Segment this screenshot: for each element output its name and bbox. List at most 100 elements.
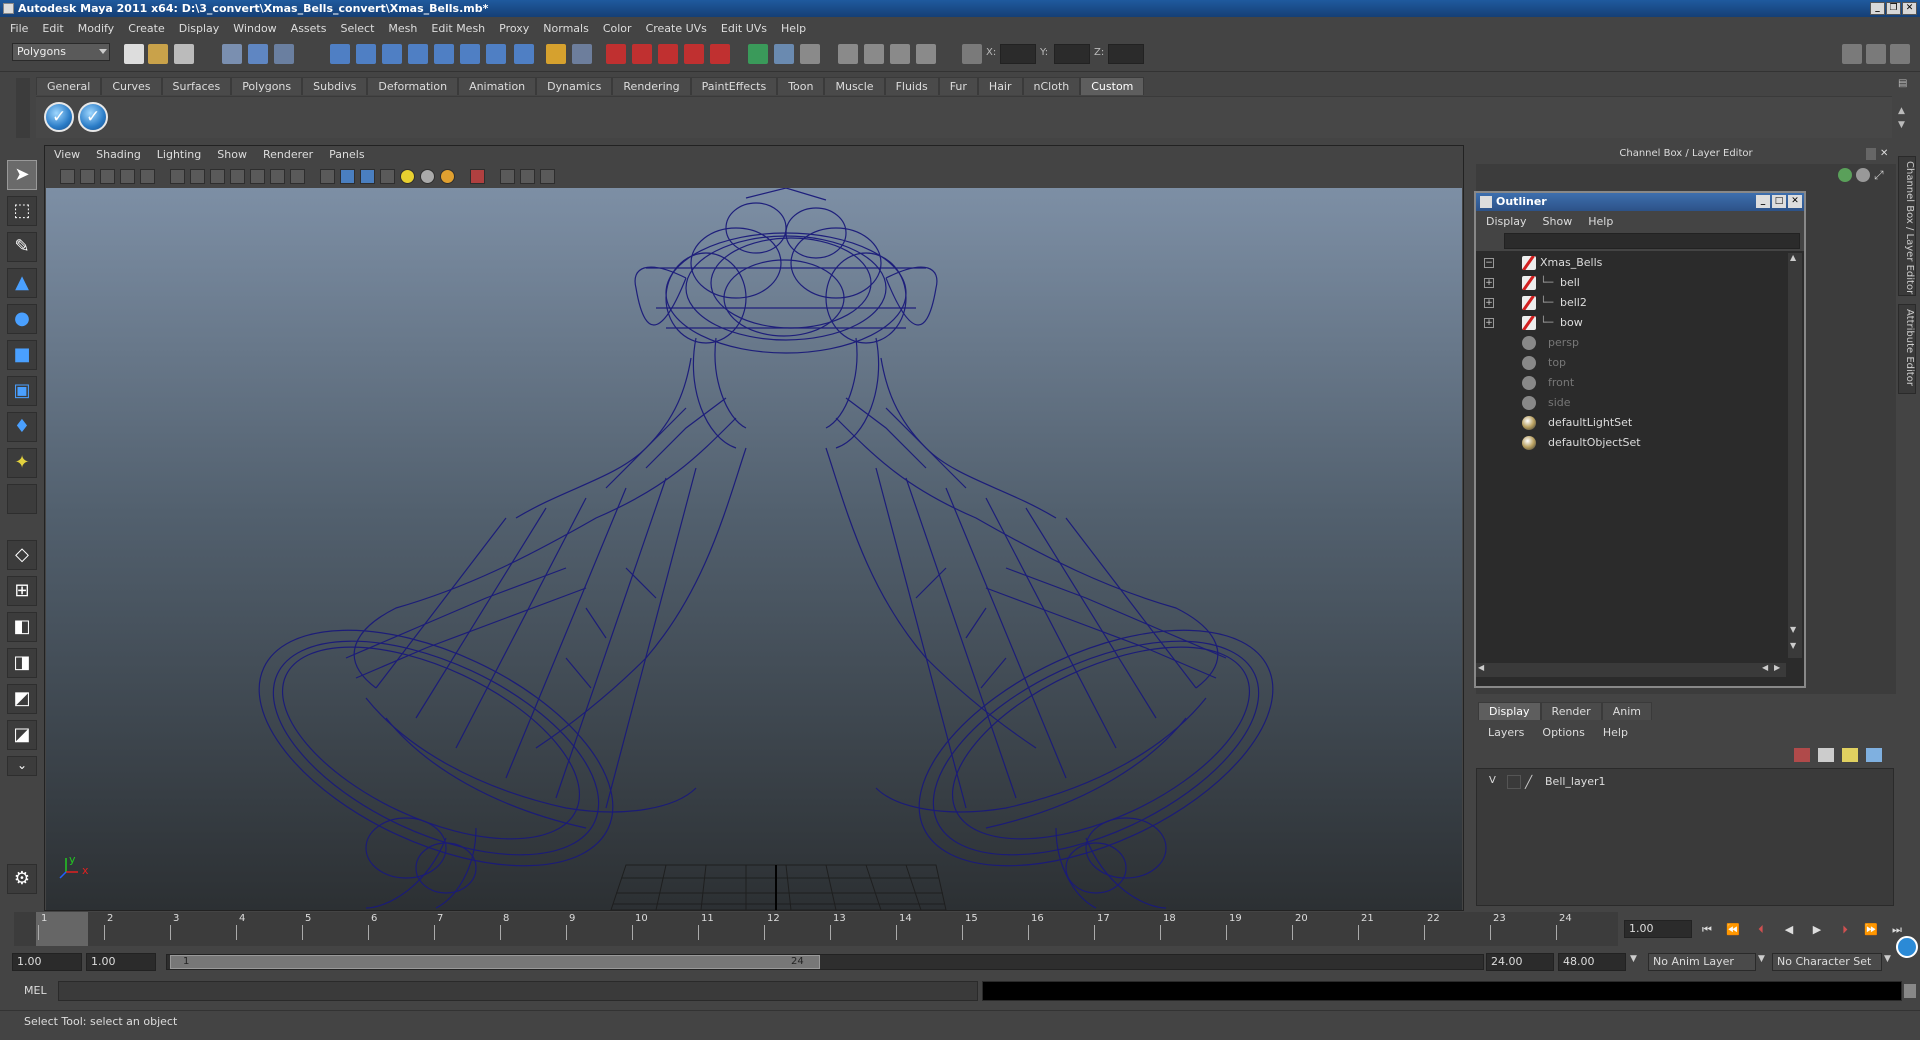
bookmark-icon[interactable] <box>100 169 115 184</box>
custom-shelf-check-icon-2[interactable]: ✓ <box>78 102 108 132</box>
render-settings-icon[interactable] <box>684 44 704 64</box>
animation-end-field[interactable]: 48.00 <box>1558 953 1626 971</box>
snap-curve-icon[interactable] <box>356 44 376 64</box>
x-field[interactable] <box>1000 44 1036 64</box>
current-frame-field[interactable]: 1.00 <box>1624 920 1692 938</box>
show-manipulator-icon[interactable]: ✦ <box>7 448 37 478</box>
viewport-menu-panels[interactable]: Panels <box>321 148 372 164</box>
camera-attributes-icon[interactable] <box>80 169 95 184</box>
lock-icon[interactable] <box>546 44 566 64</box>
snap-point-icon[interactable] <box>382 44 402 64</box>
outliner-item-side[interactable]: side <box>1476 393 1786 413</box>
outliner-item-bell2[interactable]: + └─ bell2 <box>1476 293 1786 313</box>
shelf-tab-painteffects[interactable]: PaintEffects <box>690 77 778 95</box>
resolution-gate-icon[interactable] <box>190 169 205 184</box>
shelf-tab-fur[interactable]: Fur <box>938 77 978 95</box>
shelf-tab-dynamics[interactable]: Dynamics <box>536 77 613 95</box>
expand-icon[interactable]: + <box>1484 278 1494 288</box>
shelf-tab-surfaces[interactable]: Surfaces <box>161 77 232 95</box>
menu-create-uvs[interactable]: Create UVs <box>640 22 715 35</box>
scroll-down-icon[interactable]: ▼ <box>1790 625 1796 634</box>
toggle-channel-box-icon[interactable] <box>1890 44 1910 64</box>
viewport-scene[interactable]: y x <box>46 187 1462 911</box>
gate-mask-icon[interactable] <box>210 169 225 184</box>
toggle-tool-settings-icon[interactable] <box>1866 44 1886 64</box>
make-live-icon[interactable] <box>434 44 454 64</box>
outliner-item-default-light-set[interactable]: defaultLightSet <box>1476 413 1786 433</box>
shelf-tab-deformation[interactable]: Deformation <box>367 77 459 95</box>
numeric-input-icon[interactable] <box>962 44 982 64</box>
menu-edit-mesh[interactable]: Edit Mesh <box>425 22 493 35</box>
outliner-menu-show[interactable]: Show <box>1539 215 1585 228</box>
high-quality-icon[interactable] <box>440 169 455 184</box>
menu-set-selector[interactable]: Polygons <box>12 43 110 61</box>
rotate-tool-icon[interactable]: ● <box>7 304 37 334</box>
outliner-item-xmas-bells[interactable]: − Xmas_Bells <box>1476 253 1786 273</box>
persp-outliner-layout-icon[interactable]: ◧ <box>7 612 37 642</box>
side-tab-channel-box[interactable]: Channel Box / Layer Editor <box>1898 156 1916 296</box>
scale-tool-icon[interactable]: ■ <box>7 340 37 370</box>
single-perspective-layout-icon[interactable]: ◇ <box>7 540 37 570</box>
time-slider[interactable] <box>14 912 1618 946</box>
outliner-maximize-button[interactable]: □ <box>1772 195 1786 208</box>
expand-icon[interactable]: + <box>1484 318 1494 328</box>
scroll-left-icon[interactable]: ◀ <box>1478 663 1484 672</box>
create-empty-layer-icon[interactable] <box>1842 748 1858 762</box>
hypershade-icon[interactable] <box>710 44 730 64</box>
select-camera-icon[interactable] <box>60 169 75 184</box>
safe-title-icon[interactable] <box>270 169 285 184</box>
y-field[interactable] <box>1054 44 1090 64</box>
mel-command-input[interactable] <box>58 981 978 1001</box>
outliner-menu-help[interactable]: Help <box>1584 215 1625 228</box>
shelf-tab-polygons[interactable]: Polygons <box>231 77 303 95</box>
side-tab-attribute-editor[interactable]: Attribute Editor <box>1898 304 1916 394</box>
auto-key-icon[interactable] <box>1896 936 1918 958</box>
hypershade-layout-icon[interactable]: ◩ <box>7 684 37 714</box>
absolute-icon[interactable] <box>890 44 910 64</box>
image-plane-icon[interactable] <box>120 169 135 184</box>
step-forward-frame-icon[interactable]: ⏩ <box>1862 922 1880 938</box>
menu-edit-uvs[interactable]: Edit UVs <box>715 22 775 35</box>
shelf-tab-ncloth[interactable]: nCloth <box>1022 77 1081 95</box>
snap-surface-icon[interactable] <box>460 44 480 64</box>
scroll-left-icon[interactable]: ◀ <box>1762 663 1768 672</box>
character-set-selector[interactable]: No Character Set <box>1772 953 1882 971</box>
menu-select[interactable]: Select <box>334 22 382 35</box>
new-scene-icon[interactable] <box>124 44 144 64</box>
minimize-button[interactable]: _ <box>1870 2 1885 15</box>
ipr-render-icon[interactable] <box>658 44 678 64</box>
shelf-tab-curves[interactable]: Curves <box>101 77 162 95</box>
outliner-vertical-scrollbar[interactable]: ▲ ▼ ▼ <box>1788 253 1802 658</box>
chevron-down-icon[interactable]: ▼ <box>1758 954 1770 970</box>
outliner-filter-input[interactable] <box>1504 233 1800 249</box>
soft-modification-icon[interactable]: ♦ <box>7 412 37 442</box>
layout-options-icon[interactable]: ⌄ <box>7 756 37 776</box>
playback-start-field[interactable]: 1.00 <box>86 953 156 971</box>
custom-shelf-check-icon-1[interactable]: ✓ <box>44 102 74 132</box>
outliner-item-default-object-set[interactable]: defaultObjectSet <box>1476 433 1786 453</box>
grid-toggle-icon[interactable] <box>170 169 185 184</box>
shadows-icon[interactable] <box>420 169 435 184</box>
outliner-item-bell[interactable]: + └─ bell <box>1476 273 1786 293</box>
layer-menu-options[interactable]: Options <box>1536 726 1596 739</box>
scroll-right-icon[interactable]: ▶ <box>1774 663 1780 672</box>
snap-edge-icon[interactable] <box>486 44 506 64</box>
menu-normals[interactable]: Normals <box>537 22 597 35</box>
show-hide-icon[interactable] <box>800 44 820 64</box>
mel-label[interactable]: MEL <box>24 984 47 997</box>
layer-tab-display[interactable]: Display <box>1478 702 1541 720</box>
scroll-down-icon[interactable]: ▼ <box>1790 641 1796 650</box>
outliner-close-button[interactable]: ✕ <box>1788 195 1802 208</box>
backface-culling-icon[interactable] <box>540 169 555 184</box>
snap-view-plane-icon[interactable] <box>408 44 428 64</box>
text-icon[interactable] <box>290 169 305 184</box>
save-scene-icon[interactable] <box>174 44 194 64</box>
layer-tab-anim[interactable]: Anim <box>1601 702 1652 720</box>
channel-box-manip-icon[interactable] <box>1856 168 1870 182</box>
chevron-down-icon[interactable]: ▼ <box>1630 954 1642 970</box>
menu-modify[interactable]: Modify <box>72 22 122 35</box>
selection-mask-icon[interactable] <box>572 44 592 64</box>
layer-type-toggle[interactable] <box>1507 775 1521 789</box>
menu-color[interactable]: Color <box>597 22 640 35</box>
shelf-editor-icon[interactable]: ⚙ <box>7 864 37 894</box>
